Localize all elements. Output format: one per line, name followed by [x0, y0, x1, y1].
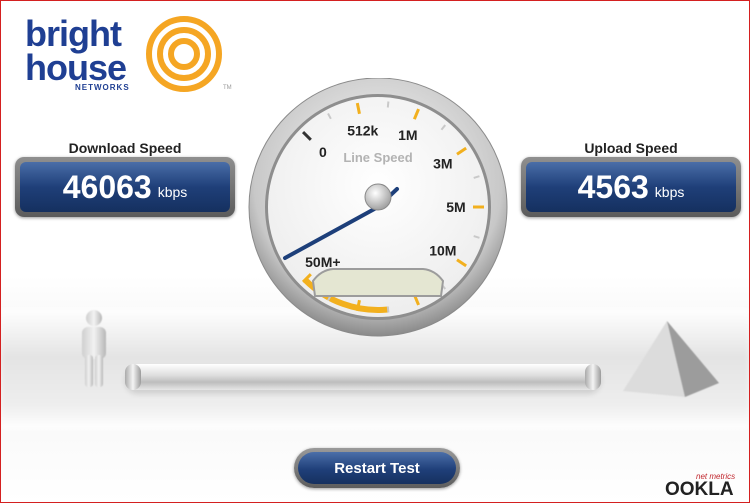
gauge-tick-label: 512k	[347, 122, 378, 138]
restart-test-label[interactable]: Restart Test	[298, 452, 456, 484]
speedtest-panel: bright house NETWORKS TM Download Speed …	[0, 0, 750, 503]
upload-speed-unit: kbps	[654, 184, 685, 200]
gauge-tick-label: 3M	[433, 156, 452, 172]
upload-speed-label: Upload Speed	[584, 140, 678, 156]
connection-tube	[125, 364, 601, 390]
tube-left-cap	[125, 364, 141, 390]
tube-right-cap	[585, 364, 601, 390]
gauge-tick-label: 5M	[446, 199, 465, 215]
pyramid-icon	[623, 321, 719, 397]
logo-line-2: house	[25, 47, 127, 88]
person-icon	[82, 310, 106, 387]
gauge-tick-mark	[355, 102, 361, 115]
upload-speed-box: 4563 kbps	[521, 157, 741, 217]
gauge-tick-label: 1M	[398, 127, 417, 143]
rings-logo-icon	[146, 16, 222, 92]
gauge-title: Line Speed	[343, 150, 412, 165]
gauge-tick-label: 10M	[429, 242, 456, 258]
gauge-tick-label: 0	[319, 144, 327, 160]
download-speed-unit: kbps	[157, 184, 188, 200]
logo-line-1: bright	[25, 13, 122, 54]
upload-speed-display: 4563 kbps	[526, 162, 736, 212]
restart-test-button[interactable]: Restart Test	[294, 448, 460, 488]
gauge-readout-window	[311, 268, 445, 297]
download-speed-box: 46063 kbps	[15, 157, 235, 217]
download-speed-label: Download Speed	[68, 140, 182, 156]
gauge-minor-tick	[386, 306, 390, 313]
ookla-logo: OOKLA	[665, 479, 734, 500]
trademark-mark: TM	[223, 85, 232, 91]
gauge-tick-label: 50M+	[305, 254, 340, 270]
bright-house-logo-text: bright house	[25, 13, 127, 88]
line-speed-gauge: 0512k1M3M5M10M20M30M50M+ Line Speed	[248, 78, 508, 337]
gauge-minor-tick	[386, 101, 390, 108]
upload-speed-value: 4563	[577, 168, 649, 205]
gauge-tick-mark	[355, 299, 361, 312]
download-speed-value: 46063	[62, 168, 152, 205]
gauge-hub	[364, 183, 392, 211]
logo-subtitle: NETWORKS	[75, 83, 130, 92]
download-speed-display: 46063 kbps	[20, 162, 230, 212]
